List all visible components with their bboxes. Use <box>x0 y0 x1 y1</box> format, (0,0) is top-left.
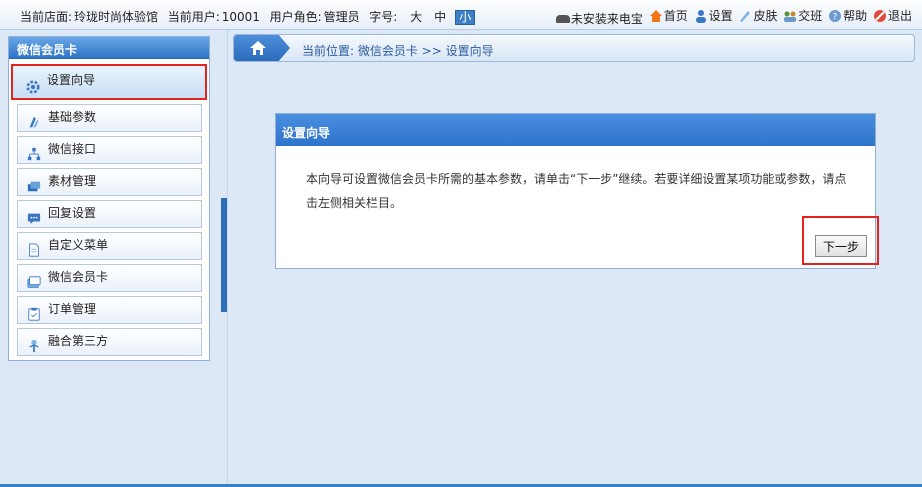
home-label: 首页 <box>663 9 688 23</box>
params-icon <box>29 116 39 128</box>
sidebar: 微信会员卡 设置向导 基础参数 微信接口 素材管理 回复设置 自定义菜单 微信会… <box>8 36 210 361</box>
users-icon <box>784 11 797 22</box>
settings-link[interactable]: 设置 <box>694 7 733 24</box>
sidebar-item-label: 微信会员卡 <box>48 270 109 284</box>
sidebar-item-label: 设置向导 <box>47 73 96 87</box>
next-step-button[interactable]: 下一步 <box>815 235 867 257</box>
material-icon <box>27 181 41 192</box>
logout-icon <box>873 9 886 22</box>
clipboard-icon <box>28 307 40 321</box>
sidebar-collapse-handle[interactable] <box>221 198 227 312</box>
caller-label: 未安装来电宝 <box>570 12 643 26</box>
sidebar-item-reply-settings[interactable]: 回复设置 <box>17 200 202 228</box>
panel-description: 本向导可设置微信会员卡所需的基本参数，请单击“下一步”继续。若要详细设置某项功能… <box>306 172 847 210</box>
setup-wizard-panel: 设置向导 本向导可设置微信会员卡所需的基本参数，请单击“下一步”继续。若要详细设… <box>275 113 879 269</box>
home-icon <box>250 41 266 55</box>
font-size-label: 字号: <box>369 10 398 24</box>
user-value: 10001 <box>221 10 260 24</box>
role-value: 管理员 <box>323 10 360 24</box>
help-icon: ? <box>829 9 842 22</box>
svg-text:?: ? <box>833 12 838 22</box>
font-size-medium[interactable]: 中 <box>431 8 449 25</box>
store-value: 玲珑时尚体验馆 <box>74 10 159 24</box>
sidebar-item-third-party[interactable]: 融合第三方 <box>17 328 202 356</box>
top-links: 未安装来电宝 首页 设置 皮肤 交班 ? 帮助 退出 <box>554 7 912 27</box>
shift-label: 交班 <box>798 9 823 23</box>
brush-icon <box>740 10 751 22</box>
sidebar-nav: 设置向导 基础参数 微信接口 素材管理 回复设置 自定义菜单 微信会员卡 订单管… <box>9 59 209 356</box>
logout-link[interactable]: 退出 <box>873 7 912 24</box>
sidebar-item-setup-wizard[interactable]: 设置向导 <box>11 64 207 100</box>
logout-label: 退出 <box>887 9 912 23</box>
sidebar-item-basic-params[interactable]: 基础参数 <box>17 104 202 132</box>
sidebar-item-member-card[interactable]: 微信会员卡 <box>17 264 202 292</box>
divider <box>227 30 228 487</box>
top-bar: 当前店面: 玲珑时尚体验馆 当前用户: 10001 用户角色: 管理员 字号: 大中小… <box>0 0 922 30</box>
panel-title: 设置向导 <box>276 114 875 146</box>
sidebar-item-materials[interactable]: 素材管理 <box>17 168 202 196</box>
sidebar-item-label: 订单管理 <box>48 302 97 316</box>
help-link[interactable]: ? 帮助 <box>828 7 867 24</box>
session-info: 当前店面: 玲珑时尚体验馆 当前用户: 10001 用户角色: 管理员 字号: 大中小 <box>20 8 477 25</box>
home-link[interactable]: 首页 <box>649 7 688 24</box>
skin-link[interactable]: 皮肤 <box>738 7 777 24</box>
skin-label: 皮肤 <box>753 9 778 23</box>
store-label: 当前店面: <box>20 10 73 24</box>
sidebar-item-label: 基础参数 <box>48 110 97 124</box>
sidebar-item-label: 融合第三方 <box>48 334 109 348</box>
role-label: 用户角色: <box>269 10 322 24</box>
breadcrumb-home-button[interactable] <box>234 35 290 61</box>
user-settings-icon <box>695 9 706 23</box>
gear-icon <box>26 80 40 94</box>
chat-icon <box>27 213 41 225</box>
caller-link[interactable]: 未安装来电宝 <box>555 10 643 27</box>
breadcrumb-text: 当前位置: 微信会员卡 >> 设置向导 <box>302 44 494 58</box>
sidebar-item-custom-menu[interactable]: 自定义菜单 <box>17 232 202 260</box>
document-icon <box>29 243 39 257</box>
home-icon <box>649 9 662 22</box>
sidebar-title: 微信会员卡 <box>9 37 209 59</box>
settings-label: 设置 <box>708 9 733 23</box>
phone-icon <box>555 14 570 23</box>
font-size-small[interactable]: 小 <box>455 10 476 25</box>
sidebar-item-label: 微信接口 <box>48 142 97 156</box>
tree-icon <box>29 339 39 353</box>
sidebar-item-label: 回复设置 <box>48 206 97 220</box>
sidebar-item-label: 自定义菜单 <box>48 238 109 252</box>
shift-link[interactable]: 交班 <box>783 7 822 24</box>
sidebar-item-orders[interactable]: 订单管理 <box>17 296 202 324</box>
font-size-large[interactable]: 大 <box>407 8 425 25</box>
user-label: 当前用户: <box>167 10 220 24</box>
network-icon <box>27 147 41 161</box>
sidebar-item-label: 素材管理 <box>48 174 97 188</box>
help-label: 帮助 <box>843 9 868 23</box>
card-icon <box>27 276 41 288</box>
breadcrumb: 当前位置: 微信会员卡 >> 设置向导 <box>233 34 915 62</box>
sidebar-item-wechat-api[interactable]: 微信接口 <box>17 136 202 164</box>
